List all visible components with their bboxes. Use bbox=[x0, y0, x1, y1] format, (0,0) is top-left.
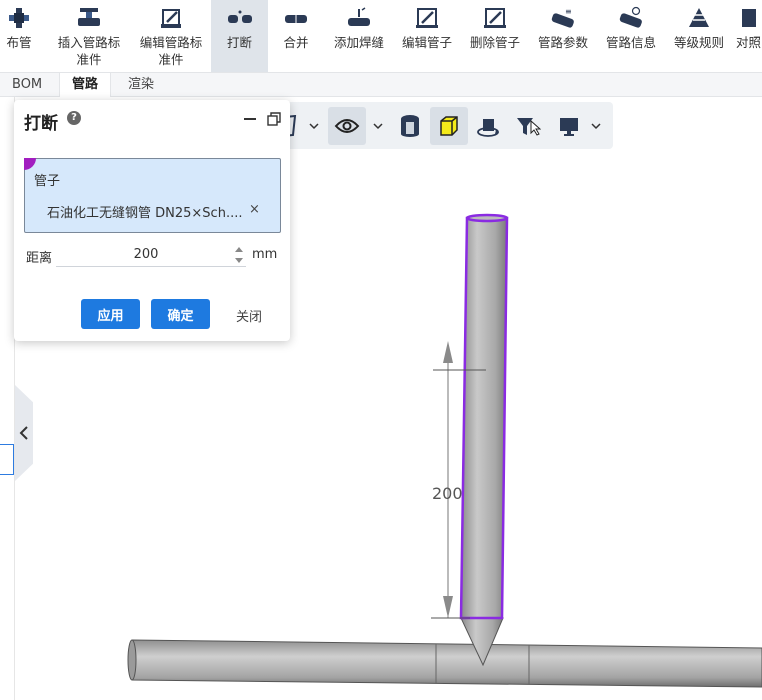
dialog-title: 打断 bbox=[24, 114, 58, 134]
weld-icon bbox=[348, 7, 370, 26]
ribbon-label-line2: 准件 bbox=[158, 52, 184, 67]
ribbon-label-line2: 准件 bbox=[76, 52, 102, 67]
chevron-down-icon bbox=[591, 123, 601, 130]
chevron-left-icon bbox=[19, 426, 28, 440]
ribbon-pipe-params-button[interactable]: ≡ 管路参数 bbox=[532, 0, 594, 72]
break-pipe-icon bbox=[227, 10, 252, 23]
ribbon-merge-pipe-button[interactable]: 合并 bbox=[272, 0, 320, 72]
ribbon-label: 管路参数 bbox=[537, 35, 588, 50]
ribbon-label-line1: 插入管路标 bbox=[57, 35, 121, 50]
ribbon-label-line1: 编辑管路标 bbox=[139, 35, 203, 50]
pipe-info-icon bbox=[619, 6, 642, 28]
delete-pipe-icon bbox=[484, 8, 506, 28]
view-cube-dropdown[interactable] bbox=[306, 107, 322, 145]
ribbon-grade-rules-button[interactable]: 等级规则 bbox=[668, 0, 730, 72]
section-view-button[interactable] bbox=[392, 107, 428, 145]
distance-label: 距离 bbox=[26, 251, 53, 266]
visibility-dropdown[interactable] bbox=[370, 107, 386, 145]
edit-fitting-icon bbox=[161, 9, 181, 28]
eye-icon bbox=[334, 119, 360, 133]
minimize-icon[interactable] bbox=[244, 118, 256, 120]
ribbon-edit-pipe-button[interactable]: 编辑管子 bbox=[396, 0, 458, 72]
edit-pipe-icon bbox=[416, 8, 438, 28]
pipe-params-icon: ≡ bbox=[551, 7, 574, 28]
restore-icon[interactable] bbox=[267, 112, 281, 126]
distance-unit: mm bbox=[252, 247, 278, 262]
insert-fitting-icon bbox=[78, 8, 100, 26]
ribbon-pipe-info-button[interactable]: 管路信息 bbox=[600, 0, 662, 72]
display-dropdown[interactable] bbox=[588, 107, 604, 145]
tab-render[interactable]: 渲染 bbox=[116, 73, 166, 97]
ribbon-pipe-layout-button[interactable]: 布管 bbox=[0, 0, 38, 72]
view-toolbar bbox=[270, 102, 613, 149]
ribbon-edit-fitting-button[interactable]: 编辑管路标 准件 bbox=[132, 0, 210, 72]
compare-icon bbox=[742, 9, 756, 27]
display-settings-button[interactable] bbox=[555, 107, 583, 145]
break-pipe-dialog: 打断 ? 管子 石油化工无缝钢管 DN25×Sch.... × 距离 mm 应用… bbox=[14, 100, 290, 341]
ribbon-toolbar: 布管 插入管路标 准件 编辑管路标 准件 打断 合并 添加焊缝 编辑管子 删除管… bbox=[0, 0, 762, 72]
selection-filter-button[interactable] bbox=[510, 107, 546, 145]
ribbon-break-pipe-button[interactable]: 打断 bbox=[211, 0, 268, 72]
distance-input[interactable] bbox=[56, 243, 246, 267]
visibility-button[interactable] bbox=[328, 107, 366, 145]
rotate-icon bbox=[477, 119, 499, 137]
ribbon-label: 添加焊缝 bbox=[333, 35, 384, 50]
close-button[interactable]: 关闭 bbox=[236, 306, 262, 325]
filter-cursor-icon bbox=[517, 118, 541, 136]
ribbon-compare-button[interactable]: 对照 bbox=[736, 0, 762, 72]
pipe-selection-label: 管子 bbox=[34, 174, 61, 189]
left-sidebar-collapsed bbox=[0, 97, 15, 700]
selection-indicator bbox=[24, 158, 36, 170]
svg-text:≡: ≡ bbox=[565, 7, 572, 16]
ribbon-label: 编辑管子 bbox=[401, 35, 452, 50]
cylinder-section-icon bbox=[401, 115, 419, 137]
selected-pipe-item[interactable]: 石油化工无缝钢管 DN25×Sch.... bbox=[47, 202, 242, 221]
ribbon-insert-fitting-button[interactable]: 插入管路标 准件 bbox=[50, 0, 128, 72]
ok-button[interactable]: 确定 bbox=[151, 299, 210, 329]
remove-selection-icon[interactable]: × bbox=[249, 202, 260, 217]
monitor-icon bbox=[560, 118, 578, 136]
dimension-label: 200 bbox=[432, 484, 463, 503]
pipe-layout-icon bbox=[9, 8, 29, 28]
ribbon-label: 合并 bbox=[283, 35, 309, 50]
tab-bom[interactable]: BOM bbox=[0, 73, 54, 97]
selected-branch-pipe[interactable] bbox=[459, 213, 509, 620]
shaded-mode-button[interactable] bbox=[430, 107, 468, 145]
rotate-view-button[interactable] bbox=[470, 107, 506, 145]
ribbon-label: 管路信息 bbox=[605, 35, 656, 50]
merge-pipe-icon bbox=[285, 15, 307, 23]
distance-stepper[interactable] bbox=[233, 243, 245, 267]
ribbon-label: 等级规则 bbox=[673, 35, 724, 50]
ribbon-label: 布管 bbox=[6, 35, 32, 50]
ribbon-label: 删除管子 bbox=[469, 35, 520, 50]
help-icon[interactable]: ? bbox=[67, 111, 81, 125]
yellow-cube-icon bbox=[440, 116, 458, 136]
grade-rules-icon bbox=[689, 8, 709, 27]
ribbon-delete-pipe-button[interactable]: 删除管子 bbox=[464, 0, 526, 72]
sidebar-input-stub[interactable] bbox=[0, 444, 14, 475]
tab-piping[interactable]: 管路 bbox=[59, 73, 112, 98]
main-pipe[interactable] bbox=[127, 639, 762, 688]
apply-button[interactable]: 应用 bbox=[81, 299, 140, 329]
pipe-selection-box[interactable]: 管子 石油化工无缝钢管 DN25×Sch.... × bbox=[24, 158, 281, 233]
ribbon-label: 打断 bbox=[226, 35, 252, 50]
app-window: 布管 插入管路标 准件 编辑管路标 准件 打断 合并 添加焊缝 编辑管子 删除管… bbox=[0, 0, 762, 700]
tab-bar: BOM 管路 渲染 bbox=[0, 72, 762, 98]
ribbon-label: 对照 bbox=[736, 35, 762, 50]
chevron-down-icon bbox=[373, 123, 383, 130]
chevron-down-icon bbox=[309, 123, 319, 130]
ribbon-add-weld-button[interactable]: 添加焊缝 bbox=[328, 0, 390, 72]
